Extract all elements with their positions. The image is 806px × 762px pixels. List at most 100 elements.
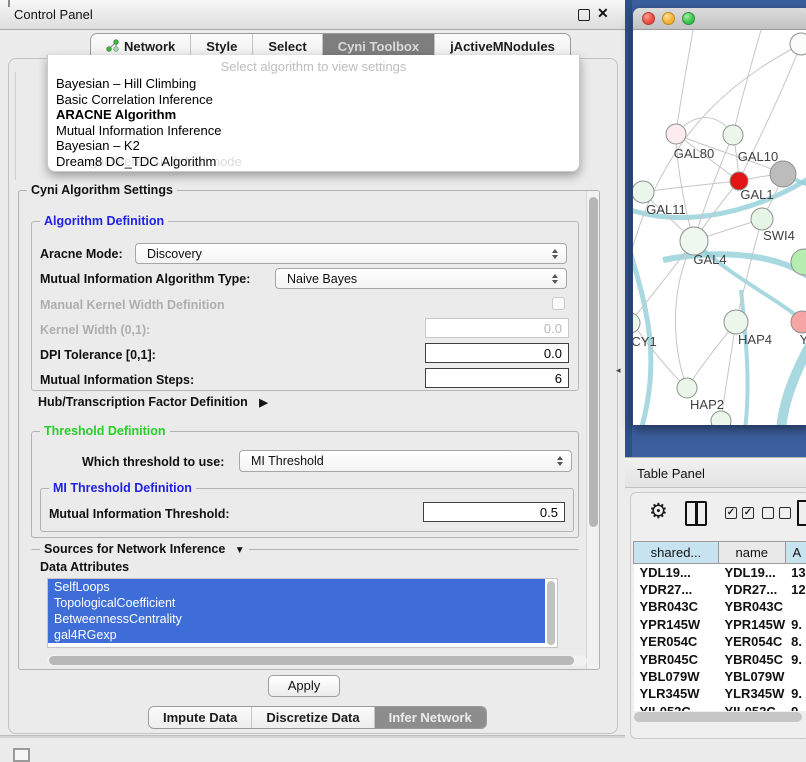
bottom-tab-impute-data[interactable]: Impute Data [149, 707, 251, 728]
algorithm-option[interactable]: Bayesian – Hill Climbing [56, 76, 571, 92]
network-edge[interactable] [736, 219, 762, 322]
attribute-item[interactable]: TopologicalCoefficient [48, 595, 545, 611]
window-edge-mark [8, 0, 10, 7]
network-edge[interactable] [633, 241, 694, 321]
control-panel-titlebar: Control Panel [0, 0, 625, 30]
apply-button[interactable]: Apply [268, 675, 340, 697]
algorithm-option[interactable]: Bayesian – K2 [56, 138, 571, 154]
network-node[interactable] [790, 33, 806, 55]
close-window-icon[interactable] [642, 12, 655, 25]
table-cell: 8. [785, 633, 806, 650]
sources-title-row[interactable]: Sources for Network Inference ▼ [40, 542, 249, 556]
checked-checkbox-icon[interactable]: ✓ [742, 507, 754, 519]
bottom-tab-infer-network[interactable]: Infer Network [374, 707, 486, 728]
cyni-bottom-tabbar: Impute DataDiscretize DataInfer Network [148, 706, 487, 729]
table-horizontal-scrollbar[interactable] [633, 711, 806, 723]
table-row[interactable]: YDL19...YDL19...13 [634, 564, 806, 581]
column-header-A[interactable]: A [785, 542, 806, 564]
algorithm-option[interactable]: Basic Correlation Inference [56, 92, 571, 108]
network-edge[interactable] [633, 321, 687, 388]
table-row[interactable]: YLR345WYLR345W9. [634, 685, 806, 702]
table-toolbar: ⚙ ✓ ✓ [631, 493, 806, 539]
gear-icon[interactable]: ⚙ [649, 499, 668, 524]
data-attributes-list[interactable]: SelfLoopsTopologicalCoefficientBetweenne… [47, 578, 558, 648]
hub-definition-toggle[interactable]: Hub/Transcription Factor Definition ▶ [38, 395, 268, 409]
node-attribute-table[interactable]: shared...nameAYDL19...YDL19...13YDR27...… [633, 541, 806, 720]
network-window[interactable]: GAL80GAL10GAL1GAL11SWI4GAL4GCY1HAP4YHAP2 [633, 8, 806, 425]
network-node-label: HAP4 [738, 332, 772, 347]
minimized-panel-icon[interactable] [13, 748, 30, 762]
unchecked-checkbox-icon[interactable] [762, 507, 774, 519]
network-edge[interactable] [741, 290, 748, 425]
network-node[interactable] [633, 181, 654, 203]
network-node[interactable] [791, 249, 806, 275]
network-edge[interactable] [676, 30, 693, 134]
network-window-titlebar[interactable] [633, 8, 806, 30]
minimize-window-icon[interactable] [662, 12, 675, 25]
network-canvas[interactable]: GAL80GAL10GAL1GAL11SWI4GAL4GCY1HAP4YHAP2 [633, 30, 806, 425]
table-row[interactable]: YDR27...YDR27...12 [634, 581, 806, 598]
algorithm-option[interactable]: ARACNE Algorithm [56, 107, 571, 123]
mi-type-select[interactable]: Naive Bayes [275, 268, 567, 289]
network-node[interactable] [633, 313, 640, 333]
attribute-item[interactable]: SelfLoops [48, 579, 545, 595]
attributes-scrollbar[interactable] [547, 581, 555, 645]
column-header-name[interactable]: name [718, 542, 785, 564]
table-cell [785, 668, 806, 685]
network-node[interactable] [770, 161, 796, 187]
close-icon[interactable]: ✕ [597, 5, 609, 22]
network-edge[interactable] [781, 340, 806, 425]
unchecked-checkbox-icon[interactable] [779, 507, 791, 519]
threshold-definition-title: Threshold Definition [40, 424, 170, 438]
network-node[interactable] [666, 124, 686, 144]
table-row[interactable]: YBL079WYBL079W [634, 668, 806, 685]
network-node[interactable] [751, 208, 773, 230]
network-edge[interactable] [675, 241, 694, 388]
float-panel-icon[interactable] [578, 9, 590, 21]
combo-arrows-icon [552, 274, 558, 284]
bottom-tab-discretize-data[interactable]: Discretize Data [251, 707, 373, 728]
attribute-item[interactable]: gal4RGexp [48, 627, 545, 643]
document-icon[interactable] [797, 500, 806, 526]
table-row[interactable]: YBR043CYBR043C [634, 598, 806, 615]
column-header-shared...[interactable]: shared... [634, 542, 719, 564]
algorithm-option[interactable]: Mutual Information Inference [56, 123, 571, 139]
network-node[interactable] [711, 411, 731, 425]
zoom-window-icon[interactable] [682, 12, 695, 25]
table-cell: YBL079W [634, 668, 719, 685]
table-row[interactable]: YER054CYER054C8. [634, 633, 806, 650]
network-node[interactable] [724, 310, 748, 334]
mi-steps-input[interactable]: 6 [425, 368, 569, 388]
table-cell: YPR145W [634, 616, 719, 633]
algorithm-definition-group: Algorithm Definition Aracne Mode: Discov… [31, 221, 579, 391]
settings-horizontal-scrollbar[interactable] [47, 655, 587, 666]
dpi-tolerance-input[interactable]: 0.0 [425, 343, 569, 363]
mi-type-label: Mutual Information Algorithm Type: [40, 272, 250, 286]
checked-checkbox-icon[interactable]: ✓ [725, 507, 737, 519]
network-node[interactable] [723, 125, 743, 145]
settings-vertical-scrollbar[interactable] [586, 191, 599, 669]
threshold-definition-group: Threshold Definition Which threshold to … [31, 431, 579, 538]
mi-threshold-label: Mutual Information Threshold: [49, 507, 230, 521]
network-edge[interactable] [733, 30, 761, 135]
panel-bottom-divider [0, 735, 625, 738]
table-row[interactable]: YPR145WYPR145W9. [634, 616, 806, 633]
network-node[interactable] [680, 227, 708, 255]
table-cell: 9. [785, 685, 806, 702]
table-row[interactable]: YBR045CYBR045C9. [634, 650, 806, 667]
attribute-item[interactable]: BetweennessCentrality [48, 611, 545, 627]
table-cell: 9. [785, 616, 806, 633]
manual-kernel-checkbox[interactable] [552, 297, 565, 310]
mi-steps-label: Mutual Information Steps: [40, 373, 194, 387]
network-node[interactable] [677, 378, 697, 398]
aracne-mode-select[interactable]: Discovery [135, 243, 567, 264]
mi-threshold-input[interactable]: 0.5 [423, 502, 565, 522]
collapse-down-icon[interactable]: ▼ [235, 545, 245, 556]
which-threshold-select[interactable]: MI Threshold [239, 450, 572, 472]
sources-title: Sources for Network Inference [44, 542, 225, 556]
network-node-label: GCY1 [633, 334, 657, 349]
expand-right-icon[interactable]: ▶ [259, 397, 267, 409]
splitter-collapse-icon[interactable]: ◂ [616, 365, 621, 376]
kernel-width-input[interactable]: 0.0 [425, 318, 569, 338]
split-view-icon[interactable] [685, 501, 707, 526]
